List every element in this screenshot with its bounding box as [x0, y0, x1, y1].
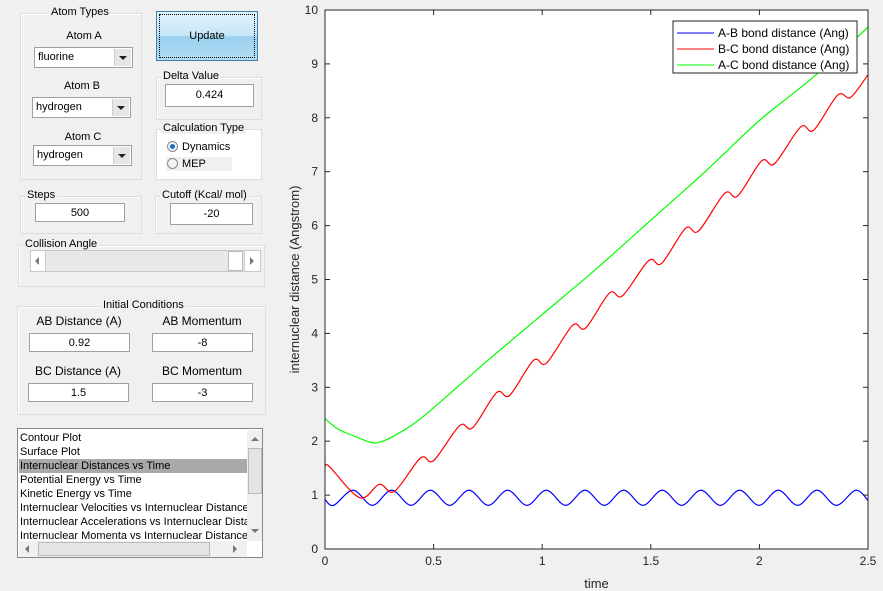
plot-area [325, 10, 868, 549]
x-tick-label: 2 [756, 554, 763, 568]
y-tick-label: 7 [311, 165, 318, 179]
internuclear-distance-chart: 0 0.5 1 1.5 2 2.5 0 1 2 3 4 5 6 7 8 9 10 time internuclear… [287, 3, 877, 591]
y-tick-label: 6 [311, 219, 318, 233]
y-tick-label: 8 [311, 111, 318, 125]
y-tick-label: 0 [311, 542, 318, 556]
legend-label-0: A-B bond distance (Ang) [718, 26, 849, 40]
y-tick-label: 2 [311, 434, 318, 448]
x-tick-label: 1.5 [642, 554, 659, 568]
x-axis-label: time [584, 576, 609, 591]
y-tick-label: 10 [305, 3, 319, 17]
x-tick-label: 0.5 [425, 554, 442, 568]
legend-label-1: B-C bond distance (Ang) [718, 42, 849, 56]
x-tick-label: 0 [322, 554, 329, 568]
x-tick-label: 1 [539, 554, 546, 568]
y-tick-label: 4 [311, 326, 318, 340]
y-axis-label: internuclear distance (Angstrom) [287, 186, 302, 374]
y-tick-label: 5 [311, 273, 318, 287]
y-tick-label: 1 [311, 488, 318, 502]
x-tick-label: 2.5 [860, 554, 877, 568]
legend-label-2: A-C bond distance (Ang) [718, 58, 849, 72]
y-tick-label: 9 [311, 57, 318, 71]
y-tick-label: 3 [311, 380, 318, 394]
